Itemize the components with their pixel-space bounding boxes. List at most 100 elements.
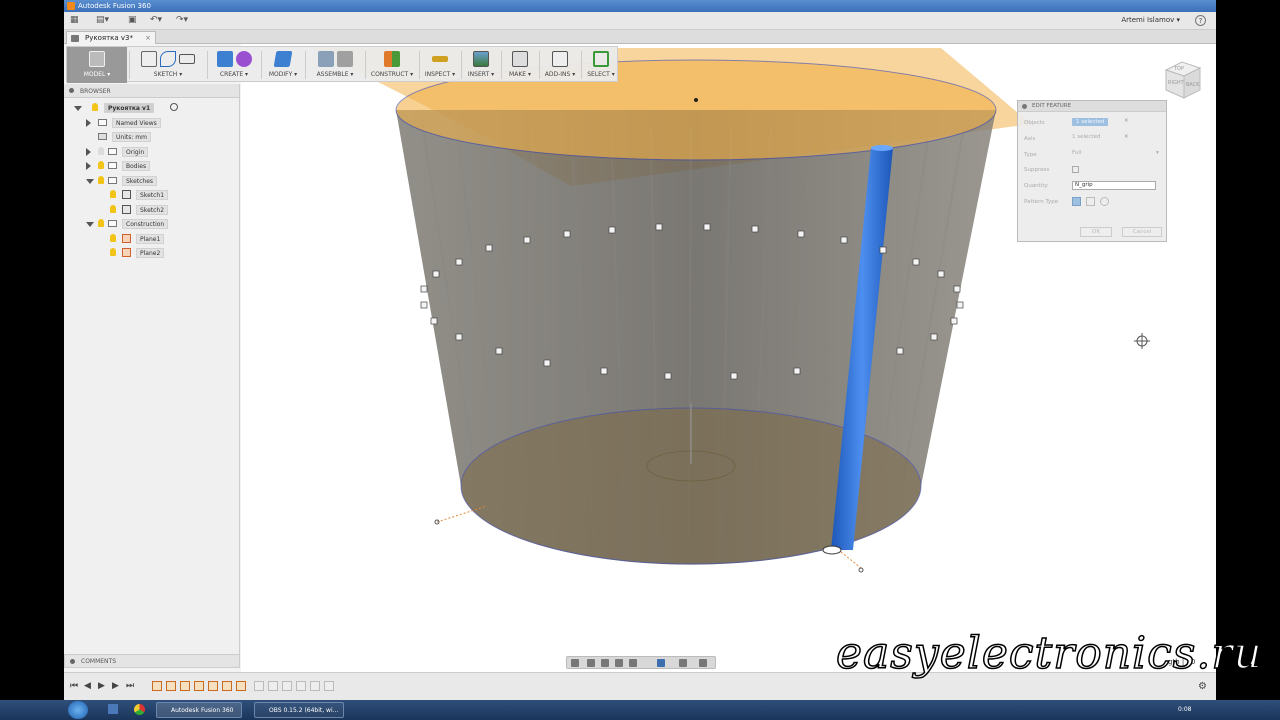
toolbar-model[interactable]: MODEL ▾: [67, 47, 127, 83]
timeline-feature-suppressed[interactable]: [282, 681, 292, 691]
select-icon[interactable]: [593, 51, 609, 67]
type-chevron-icon[interactable]: ▾: [1156, 150, 1159, 156]
document-tab[interactable]: Рукоятка v3* ×: [66, 31, 156, 44]
scripts-icon[interactable]: [552, 51, 568, 67]
step-forward-icon[interactable]: ▶: [112, 681, 119, 691]
measure-icon[interactable]: [432, 56, 448, 62]
viewcube-graphic[interactable]: TOP RIGHT BACK: [1160, 58, 1204, 102]
extrude-icon[interactable]: [216, 51, 233, 67]
timeline-feature-suppressed[interactable]: [310, 681, 320, 691]
timeline-feature-plane[interactable]: [194, 681, 204, 691]
edit-feature-header[interactable]: EDIT FEATURE: [1018, 101, 1166, 112]
offset-plane-icon[interactable]: [384, 51, 400, 67]
undo-icon[interactable]: ↶▾: [150, 15, 162, 27]
toolbar-construct[interactable]: CONSTRUCT ▾: [367, 47, 417, 83]
browser-item-bodies[interactable]: Bodies: [86, 160, 236, 172]
look-at-icon[interactable]: [587, 659, 595, 667]
browser-item-plane1[interactable]: Plane1: [110, 233, 230, 245]
timeline-feature-suppressed[interactable]: [268, 681, 278, 691]
timeline-settings-gear-icon[interactable]: ⚙: [1198, 681, 1207, 692]
clear-objects-icon[interactable]: ✕: [1124, 118, 1129, 124]
start-button[interactable]: [68, 701, 88, 719]
fit-icon[interactable]: [629, 659, 637, 667]
browser-item-construction[interactable]: Construction: [86, 218, 236, 230]
suppress-checkbox[interactable]: [1072, 166, 1079, 173]
expand-icon[interactable]: [86, 179, 94, 184]
save-icon[interactable]: ▣: [128, 15, 137, 27]
explorer-icon[interactable]: [108, 704, 118, 714]
type-dropdown[interactable]: Full: [1072, 150, 1081, 156]
browser-item-origin[interactable]: Origin: [86, 146, 236, 158]
timeline-feature-pattern[interactable]: [236, 681, 246, 691]
user-menu[interactable]: Artemi Islamov ▾: [1121, 16, 1180, 24]
grid-menu-icon[interactable]: ▦: [70, 15, 79, 27]
expand-icon[interactable]: [86, 119, 91, 127]
collapse-dot-icon[interactable]: [69, 88, 74, 93]
3d-print-icon[interactable]: [512, 51, 528, 67]
create-sketch-icon[interactable]: [141, 51, 157, 67]
file-menu-icon[interactable]: ▤▾: [96, 15, 109, 27]
step-back-icon[interactable]: ◀: [84, 681, 91, 691]
timeline-feature-suppressed[interactable]: [254, 681, 264, 691]
orbit-icon[interactable]: [571, 659, 579, 667]
zoom-icon[interactable]: [615, 659, 623, 667]
cancel-button[interactable]: Cancel: [1122, 227, 1162, 237]
insert-image-icon[interactable]: [473, 51, 489, 67]
browser-item-plane2[interactable]: Plane2: [110, 247, 230, 259]
timeline-feature-suppressed[interactable]: [296, 681, 306, 691]
pattern-extent-icon[interactable]: [1072, 197, 1081, 206]
go-to-start-icon[interactable]: ⏮: [70, 681, 78, 691]
toolbar-assemble[interactable]: ASSEMBLE ▾: [307, 47, 363, 83]
clear-axis-icon[interactable]: ✕: [1124, 134, 1129, 140]
rectangle-icon[interactable]: [179, 54, 195, 64]
toolbar-insert[interactable]: INSERT ▾: [463, 47, 499, 83]
visibility-bulb-icon[interactable]: [92, 103, 98, 111]
browser-item-units[interactable]: Units: mm: [86, 131, 236, 143]
collapse-dot-icon[interactable]: [70, 659, 75, 664]
visibility-bulb-icon[interactable]: [110, 205, 116, 213]
visibility-bulb-icon[interactable]: [98, 147, 104, 155]
taskbar-fusion[interactable]: Autodesk Fusion 360: [156, 702, 242, 718]
go-to-end-icon[interactable]: ⏭: [126, 681, 134, 691]
collapse-dot-icon[interactable]: [1022, 104, 1027, 109]
timeline-feature-extrude[interactable]: [208, 681, 218, 691]
expand-icon[interactable]: [86, 148, 91, 156]
help-icon[interactable]: ?: [1195, 15, 1206, 26]
comments-panel[interactable]: COMMENTS: [64, 654, 240, 668]
timeline-feature-sketch[interactable]: [152, 681, 162, 691]
viewports-icon[interactable]: [699, 659, 707, 667]
browser-item-sketch1[interactable]: Sketch1: [110, 189, 230, 201]
close-tab-icon[interactable]: ×: [145, 34, 151, 42]
pan-icon[interactable]: [601, 659, 609, 667]
visibility-bulb-icon[interactable]: [110, 248, 116, 256]
objects-selection[interactable]: 1 selected: [1072, 118, 1109, 126]
toolbar-sketch[interactable]: SKETCH ▾: [131, 47, 205, 83]
browser-item-named-views[interactable]: Named Views: [86, 117, 236, 129]
joint-icon[interactable]: [336, 51, 353, 67]
visibility-bulb-icon[interactable]: [110, 234, 116, 242]
visibility-bulb-icon[interactable]: [98, 219, 104, 227]
pattern-angle-icon[interactable]: [1100, 197, 1109, 206]
form-icon[interactable]: [235, 51, 252, 67]
new-component-icon[interactable]: [317, 51, 334, 67]
axis-selection[interactable]: 1 selected: [1072, 134, 1100, 140]
visibility-bulb-icon[interactable]: [110, 190, 116, 198]
expand-icon[interactable]: [86, 162, 91, 170]
toolbar-create[interactable]: CREATE ▾: [209, 47, 259, 83]
toolbar-addins[interactable]: ADD-INS ▾: [541, 47, 579, 83]
toolbar-inspect[interactable]: INSPECT ▾: [421, 47, 459, 83]
timeline-feature-extrude[interactable]: [166, 681, 176, 691]
timeline-feature-sketch[interactable]: [180, 681, 190, 691]
play-icon[interactable]: ▶: [98, 681, 105, 691]
display-settings-icon[interactable]: [657, 659, 665, 667]
browser-item-sketch2[interactable]: Sketch2: [110, 204, 230, 216]
chrome-icon[interactable]: [134, 704, 145, 715]
press-pull-icon[interactable]: [273, 51, 293, 67]
grid-settings-icon[interactable]: [679, 659, 687, 667]
browser-item-sketches[interactable]: Sketches: [86, 175, 236, 187]
line-icon[interactable]: [160, 51, 176, 67]
expand-root-icon[interactable]: [74, 106, 82, 111]
activate-radio-icon[interactable]: [170, 103, 178, 111]
timeline-feature-suppressed[interactable]: [324, 681, 334, 691]
viewcube[interactable]: TOP RIGHT BACK: [1160, 58, 1204, 102]
